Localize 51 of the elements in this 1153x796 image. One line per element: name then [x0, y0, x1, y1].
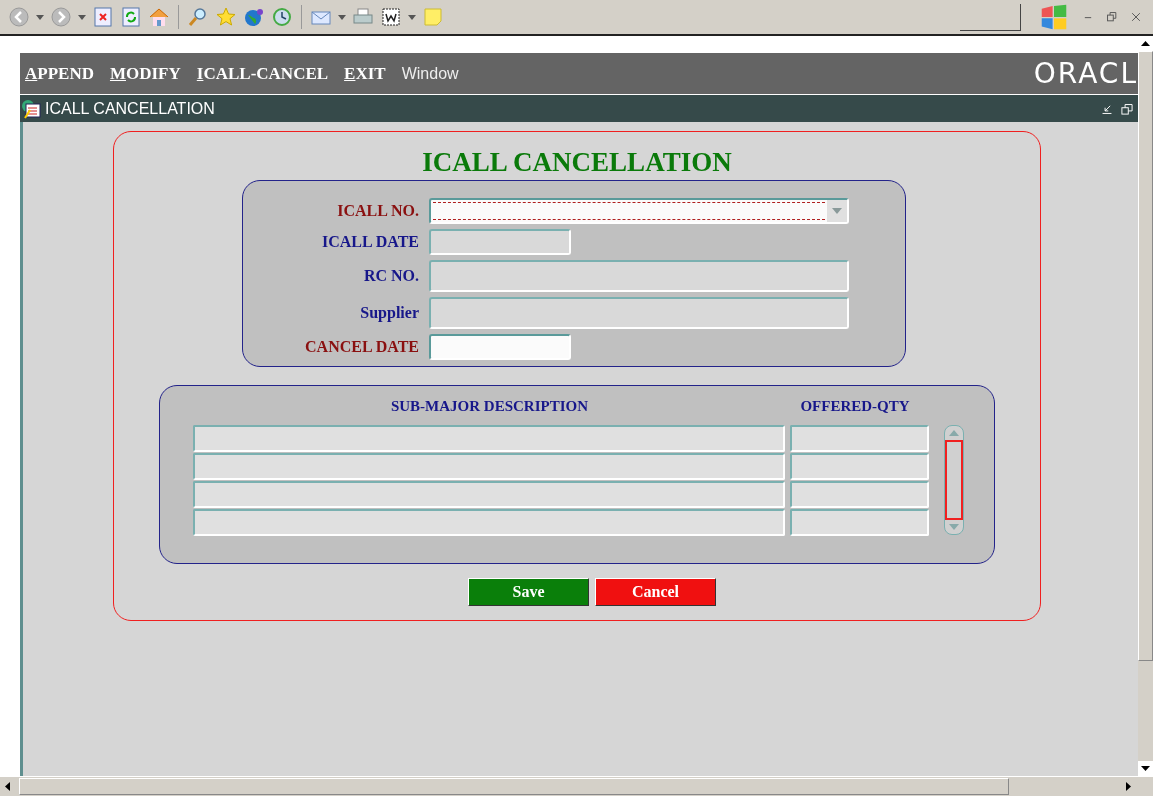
menu-item[interactable]: EXIT	[344, 63, 386, 84]
dropdown-field[interactable]	[429, 198, 849, 224]
table-cell[interactable]	[193, 509, 785, 536]
star-icon[interactable]	[215, 6, 237, 28]
history-icon[interactable]	[271, 6, 293, 28]
caret-icon[interactable]	[338, 14, 346, 20]
form-title: ICALL CANCELLATION	[422, 147, 732, 177]
window-icon[interactable]	[20, 97, 42, 120]
column-header: OFFERED-QTY	[799, 398, 911, 416]
forward-icon[interactable]	[50, 6, 72, 28]
logo: ORACL	[1033, 59, 1138, 88]
field-label: CANCEL DATE	[304, 338, 419, 356]
restore-icon[interactable]	[1105, 10, 1119, 24]
menu-item[interactable]: ICALL-CANCEL	[196, 63, 329, 84]
table-cell[interactable]	[790, 509, 929, 536]
menu-item[interactable]: MODIFY	[109, 63, 181, 84]
caret-icon[interactable]	[36, 14, 44, 20]
dropdown-arrow-icon[interactable]	[832, 208, 842, 214]
restore-icon[interactable]	[1120, 101, 1134, 116]
table-cell[interactable]	[790, 481, 929, 508]
field-label: ICALL NO.	[336, 202, 419, 220]
refresh-icon[interactable]	[120, 6, 142, 28]
cancel-button[interactable]: Cancel	[595, 578, 716, 606]
caret-icon[interactable]	[78, 14, 86, 20]
input-field[interactable]	[429, 229, 571, 255]
table-cell[interactable]	[193, 453, 785, 480]
scrollbar-thumb[interactable]	[1138, 51, 1153, 661]
scrollbar-thumb[interactable]	[19, 778, 1009, 795]
globe-icon[interactable]	[243, 6, 265, 28]
input-field[interactable]	[429, 334, 571, 360]
field-label: RC NO.	[362, 267, 419, 285]
document-icon[interactable]	[380, 6, 402, 28]
table-cell[interactable]	[193, 425, 785, 452]
input-field[interactable]	[429, 260, 849, 292]
search-icon[interactable]	[187, 6, 209, 28]
menu-item[interactable]: Window	[401, 64, 459, 83]
table-cell[interactable]	[193, 481, 785, 508]
input-field[interactable]	[429, 297, 849, 329]
field-label: Supplier	[359, 304, 419, 322]
table-cell[interactable]	[790, 453, 929, 480]
home-icon[interactable]	[148, 6, 170, 28]
close-icon[interactable]	[1129, 10, 1143, 24]
stop-icon[interactable]	[92, 6, 114, 28]
column-header: SUB-MAJOR DESCRIPTION	[389, 398, 590, 416]
field-label: ICALL DATE	[320, 233, 419, 251]
menu-item[interactable]: APPEND	[25, 63, 94, 84]
table-cell[interactable]	[790, 425, 929, 452]
save-button[interactable]: Save	[468, 578, 589, 606]
caret-icon[interactable]	[408, 14, 416, 20]
window-title: ICALL CANCELLATION	[45, 99, 215, 118]
back-icon[interactable]	[8, 6, 30, 28]
